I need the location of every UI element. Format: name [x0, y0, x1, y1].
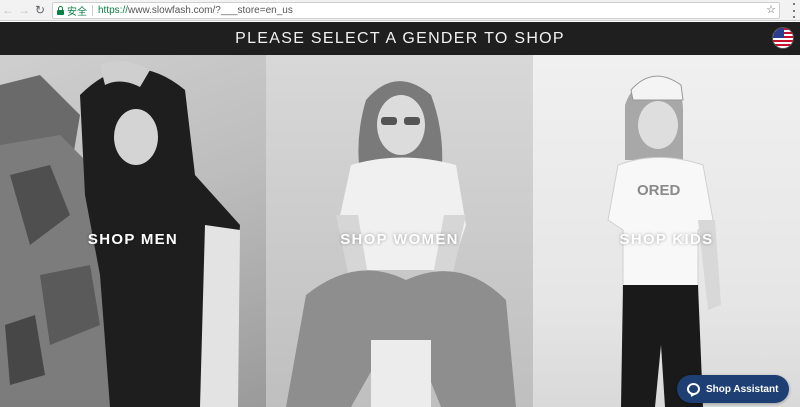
url-scheme: https:// — [98, 5, 129, 16]
back-arrow-icon: ← — [2, 3, 14, 17]
shop-men-panel[interactable]: SHOP MEN — [0, 55, 266, 407]
url-text: www.slowfash.com/?___store=en_us — [128, 5, 293, 16]
address-bar[interactable]: 安全 https://www.slowfash.com/?___store=en… — [52, 2, 780, 19]
gender-panels: SHOP MEN SHOP WOMEN ORED SHOP KIDS — [0, 55, 800, 407]
forward-button[interactable]: → — [16, 0, 32, 21]
browser-menu-icon[interactable] — [791, 3, 797, 18]
kids-shirt-text: ORED — [637, 182, 681, 199]
secure-label: 安全 — [67, 7, 87, 18]
shop-men-label: SHOP MEN — [87, 231, 179, 248]
chat-bubble-icon — [687, 383, 700, 395]
shop-women-panel[interactable]: SHOP WOMEN — [266, 55, 533, 407]
site-header: PLEASE SELECT A GENDER TO SHOP — [0, 22, 800, 55]
forward-arrow-icon: → — [18, 3, 30, 17]
lock-icon — [57, 6, 64, 15]
shop-assistant-button[interactable]: Shop Assistant — [677, 375, 789, 403]
bookmark-star-icon[interactable]: ☆ — [766, 3, 776, 18]
shop-assistant-label: Shop Assistant — [706, 383, 779, 395]
back-button[interactable]: ← — [0, 0, 16, 21]
shop-women-label: SHOP WOMEN — [340, 231, 459, 248]
shop-kids-panel[interactable]: ORED SHOP KIDS — [533, 55, 800, 407]
reload-button[interactable]: ↻ — [32, 0, 48, 21]
us-flag-icon[interactable] — [772, 27, 794, 49]
page-title: PLEASE SELECT A GENDER TO SHOP — [235, 29, 565, 47]
divider — [92, 5, 93, 16]
reload-icon: ↻ — [34, 3, 46, 17]
browser-toolbar: ← → ↻ 安全 https://www.slowfash.com/?___st… — [0, 0, 800, 21]
shop-kids-label: SHOP KIDS — [619, 231, 714, 248]
